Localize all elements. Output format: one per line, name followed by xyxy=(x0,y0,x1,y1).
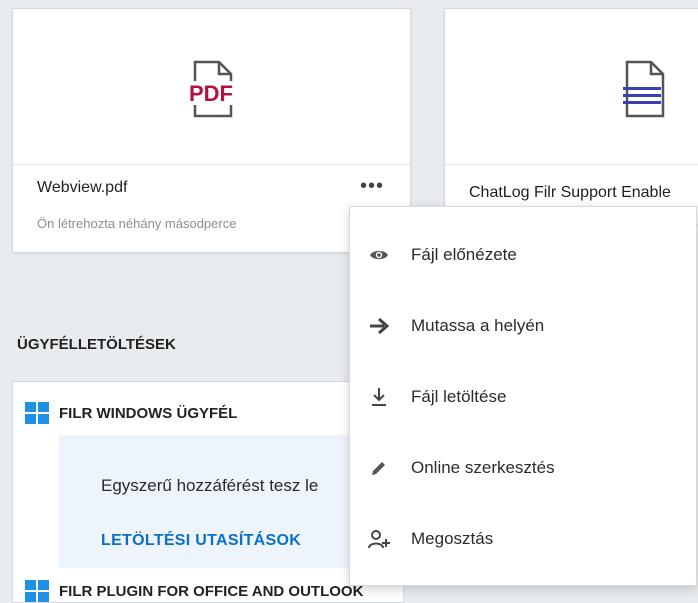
share-user-icon xyxy=(368,528,390,550)
divider xyxy=(445,164,698,165)
pdf-label: PDF xyxy=(189,81,233,106)
file-name[interactable]: ChatLog Filr Support Enable xyxy=(469,184,671,202)
pencil-icon xyxy=(368,457,390,479)
client-downloads-card: FILR WINDOWS ÜGYFÉL Egyszerű hozzáférést… xyxy=(12,381,404,603)
file-thumbnail xyxy=(445,9,698,164)
windows-client-title: FILR WINDOWS ÜGYFÉL xyxy=(59,404,238,422)
download-instructions-link[interactable]: LETÖLTÉSI UTASÍTÁSOK xyxy=(101,532,301,550)
more-options-button[interactable]: ••• xyxy=(360,176,384,196)
file-thumbnail: PDF xyxy=(13,9,410,164)
windows-client-description: Egyszerű hozzáférést tesz le xyxy=(101,476,319,495)
file-name[interactable]: Webview.pdf xyxy=(37,179,127,197)
file-created-info: Ön létrehozta néhány másodperce xyxy=(37,216,237,231)
file-card-chatlog[interactable]: ChatLog Filr Support Enable xyxy=(444,8,698,225)
menu-item-label: Fájl előnézete xyxy=(411,245,517,264)
download-icon xyxy=(368,386,390,408)
menu-item-share[interactable]: Megosztás xyxy=(350,509,696,569)
windows-client-header[interactable]: FILR WINDOWS ÜGYFÉL xyxy=(25,402,237,424)
menu-item-label: Mutassa a helyén xyxy=(411,316,545,335)
pdf-file-icon: PDF xyxy=(183,60,239,118)
section-title: ÜGYFÉLLETÖLTÉSEK xyxy=(17,336,176,353)
document-icon xyxy=(623,60,665,118)
office-plugin-title: FILR PLUGIN FOR OFFICE AND OUTLOOK xyxy=(59,582,364,600)
menu-item-label: Megosztás xyxy=(411,529,494,548)
office-plugin-header[interactable]: FILR PLUGIN FOR OFFICE AND OUTLOOK xyxy=(25,580,363,602)
divider xyxy=(13,164,410,165)
menu-item-edit-online[interactable]: Online szerkesztés xyxy=(350,438,696,498)
menu-item-label: Online szerkesztés xyxy=(411,458,555,477)
menu-item-show-location[interactable]: Mutassa a helyén xyxy=(350,296,696,356)
menu-item-preview[interactable]: Fájl előnézete xyxy=(350,225,696,285)
arrow-right-icon xyxy=(368,315,390,337)
menu-item-download[interactable]: Fájl letöltése xyxy=(350,367,696,427)
menu-item-label: Fájl letöltése xyxy=(411,387,507,406)
windows-logo-icon xyxy=(25,402,49,424)
file-context-menu: Fájl előnézete Mutassa a helyén Fájl let… xyxy=(349,206,697,586)
windows-logo-icon xyxy=(25,580,49,602)
eye-icon xyxy=(368,244,390,266)
